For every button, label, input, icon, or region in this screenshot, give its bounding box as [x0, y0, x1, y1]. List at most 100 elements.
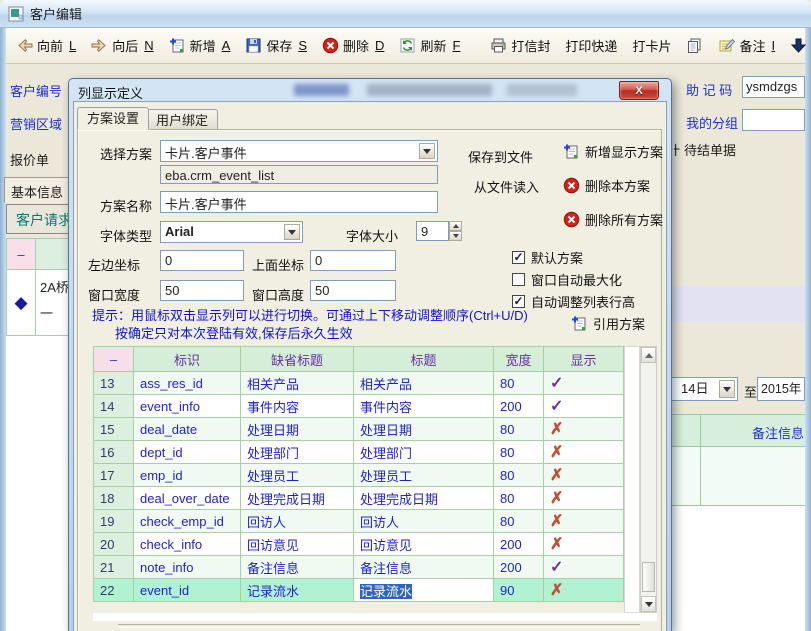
default-title-cell[interactable]: 回访意见: [241, 533, 354, 556]
column-row-19[interactable]: 19check_emp_id回访人回访人80✗: [94, 510, 624, 533]
default-title-cell[interactable]: 处理完成日期: [241, 487, 354, 510]
remark-button[interactable]: 备注I: [718, 36, 775, 55]
my-group-input[interactable]: [742, 109, 805, 131]
column-id-cell[interactable]: deal_date: [134, 418, 241, 441]
width-cell[interactable]: 90: [494, 579, 544, 602]
width-cell[interactable]: 80: [494, 418, 544, 441]
dialog-titlebar[interactable]: 列显示定义 X: [69, 79, 671, 101]
row-number-cell[interactable]: 22: [94, 579, 134, 602]
spin-up-button[interactable]: [449, 221, 462, 231]
copy-button[interactable]: [686, 37, 703, 54]
width-cell[interactable]: 80: [494, 487, 544, 510]
width-cell[interactable]: 80: [494, 464, 544, 487]
width-cell[interactable]: 80: [494, 441, 544, 464]
width-cell[interactable]: 80: [494, 510, 544, 533]
title-cell[interactable]: 记录流水: [354, 579, 494, 602]
notes-column-header[interactable]: 备注信息: [660, 414, 805, 447]
refresh-button[interactable]: 刷新F: [399, 36, 460, 55]
combo-dropdown-button[interactable]: [284, 224, 300, 240]
quotation-label[interactable]: 报价单: [10, 150, 49, 169]
column-header-0[interactable]: –: [94, 347, 134, 372]
column-row-15[interactable]: 15deal_date处理日期处理日期80✗: [94, 418, 624, 441]
default-scheme-checkbox[interactable]: ✓默认方案: [512, 248, 583, 267]
row-number-cell[interactable]: 21: [94, 556, 134, 579]
forward-button[interactable]: 向后N: [91, 36, 153, 55]
column-id-cell[interactable]: deal_over_date: [134, 487, 241, 510]
visible-toggle-cell[interactable]: ✗: [544, 418, 624, 441]
tab-scheme-settings[interactable]: 方案设置: [77, 107, 149, 130]
font-type-combobox[interactable]: Arial: [160, 221, 303, 243]
default-title-cell[interactable]: 备注信息: [241, 556, 354, 579]
select-scheme-combobox[interactable]: 卡片.客户事件: [160, 140, 438, 162]
date-to-input[interactable]: 2015年 9: [757, 377, 805, 401]
title-cell[interactable]: 事件内容: [354, 395, 494, 418]
scheme-name-input[interactable]: 卡片.客户事件: [160, 191, 438, 213]
visible-toggle-cell[interactable]: ✓: [544, 372, 624, 395]
width-cell[interactable]: 200: [494, 556, 544, 579]
scroll-down-button[interactable]: [641, 596, 656, 612]
column-row-16[interactable]: 16dept_id处理部门处理部门80✗: [94, 441, 624, 464]
visible-toggle-cell[interactable]: ✗: [544, 579, 624, 602]
default-title-cell[interactable]: 事件内容: [241, 395, 354, 418]
title-cell[interactable]: 回访人: [354, 510, 494, 533]
mnemonic-input[interactable]: ysmdzgs: [742, 76, 805, 98]
auto-row-height-checkbox[interactable]: ✓自动调整列表行高: [512, 292, 635, 311]
default-title-cell[interactable]: 处理日期: [241, 418, 354, 441]
save-button[interactable]: 保存S: [245, 36, 307, 55]
default-title-cell[interactable]: 处理员工: [241, 464, 354, 487]
delete-all-schemes-button[interactable]: 删除所有方案: [563, 210, 663, 229]
row-number-cell[interactable]: 17: [94, 464, 134, 487]
column-row-17[interactable]: 17emp_id处理员工处理员工80✗: [94, 464, 624, 487]
row-number-cell[interactable]: 20: [94, 533, 134, 556]
column-row-21[interactable]: 21note_info备注信息备注信息200✓: [94, 556, 624, 579]
width-cell[interactable]: 80: [494, 372, 544, 395]
font-size-input[interactable]: 9: [416, 221, 449, 241]
column-id-cell[interactable]: note_info: [134, 556, 241, 579]
print-card-button[interactable]: 打卡片: [632, 36, 671, 55]
title-cell[interactable]: 回访意见: [354, 533, 494, 556]
auto-maximize-checkbox[interactable]: 窗口自动最大化: [512, 270, 622, 289]
scroll-up-button[interactable]: [641, 347, 656, 363]
documents-button[interactable]: 单据: [790, 36, 811, 55]
grid-corner-cell[interactable]: –: [7, 239, 36, 270]
scrollbar-thumb[interactable]: [642, 562, 655, 592]
visible-toggle-cell[interactable]: ✓: [544, 395, 624, 418]
title-cell[interactable]: 备注信息: [354, 556, 494, 579]
width-cell[interactable]: 200: [494, 395, 544, 418]
title-cell[interactable]: 处理员工: [354, 464, 494, 487]
back-button[interactable]: 向前L: [16, 36, 76, 55]
add-button[interactable]: 新增A: [169, 36, 231, 55]
column-row-13[interactable]: 13ass_res_id相关产品相关产品80✓: [94, 372, 624, 395]
font-size-spinner[interactable]: [449, 221, 462, 241]
column-row-18[interactable]: 18deal_over_date处理完成日期处理完成日期80✗: [94, 487, 624, 510]
column-id-cell[interactable]: emp_id: [134, 464, 241, 487]
title-cell[interactable]: 处理完成日期: [354, 487, 494, 510]
column-header-1[interactable]: 标识: [134, 347, 241, 372]
delete-scheme-button[interactable]: 删除本方案: [563, 176, 650, 195]
top-coord-input[interactable]: 0: [310, 250, 396, 271]
default-title-cell[interactable]: 相关产品: [241, 372, 354, 395]
pending-docs-label[interactable]: 待结单据: [684, 140, 736, 159]
date-from-dropdown-button[interactable]: [719, 380, 735, 398]
combo-dropdown-button[interactable]: [419, 143, 435, 159]
visible-toggle-cell[interactable]: ✓: [544, 556, 624, 579]
column-id-cell[interactable]: check_info: [134, 533, 241, 556]
column-header-5[interactable]: 显示: [544, 347, 624, 372]
save-to-file-button[interactable]: 保存到文件: [468, 147, 533, 166]
window-width-input[interactable]: 50: [160, 280, 244, 301]
title-cell[interactable]: 相关产品: [354, 372, 494, 395]
width-cell[interactable]: 200: [494, 533, 544, 556]
column-row-20[interactable]: 20check_info回访意见回访意见200✗: [94, 533, 624, 556]
row-number-cell[interactable]: 19: [94, 510, 134, 533]
visible-toggle-cell[interactable]: ✗: [544, 464, 624, 487]
row-number-cell[interactable]: 13: [94, 372, 134, 395]
column-header-2[interactable]: 缺省标题: [241, 347, 354, 372]
row-number-cell[interactable]: 14: [94, 395, 134, 418]
column-header-4[interactable]: 宽度: [494, 347, 544, 372]
left-coord-input[interactable]: 0: [160, 250, 244, 271]
default-title-cell[interactable]: 处理部门: [241, 441, 354, 464]
delete-button[interactable]: 删除D: [322, 36, 384, 55]
column-id-cell[interactable]: event_id: [134, 579, 241, 602]
visible-toggle-cell[interactable]: ✗: [544, 487, 624, 510]
visible-toggle-cell[interactable]: ✗: [544, 533, 624, 556]
